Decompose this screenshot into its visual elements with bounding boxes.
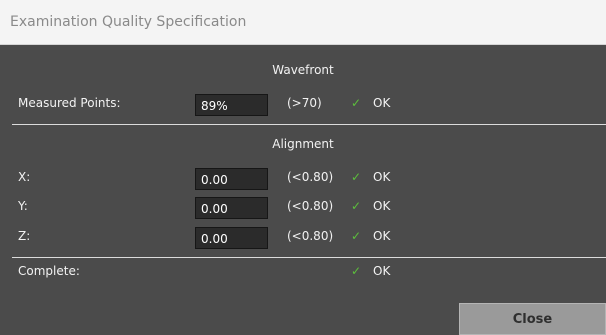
alignment-z-status: OK bbox=[373, 229, 391, 243]
alignment-x-requirement: (<0.80) bbox=[287, 170, 334, 184]
alignment-z-field[interactable]: 0.00 bbox=[195, 227, 268, 249]
alignment-y-status: OK bbox=[373, 199, 391, 213]
alignment-x-field[interactable]: 0.00 bbox=[195, 168, 268, 190]
wavefront-heading: Wavefront bbox=[272, 63, 334, 77]
checkmark-icon: ✓ bbox=[351, 170, 362, 184]
measured-points-field[interactable]: 89% bbox=[195, 94, 268, 116]
measured-points-requirement: (>70) bbox=[287, 96, 322, 110]
complete-label: Complete: bbox=[18, 264, 80, 278]
measured-points-status: OK bbox=[373, 96, 391, 110]
alignment-y-label: Y: bbox=[18, 199, 28, 213]
checkmark-icon: ✓ bbox=[351, 96, 362, 110]
alignment-y-requirement: (<0.80) bbox=[287, 199, 334, 213]
title-bar: Examination Quality Specification bbox=[0, 0, 606, 45]
alignment-heading: Alignment bbox=[272, 137, 334, 151]
alignment-y-field[interactable]: 0.00 bbox=[195, 197, 268, 219]
alignment-x-status: OK bbox=[373, 170, 391, 184]
checkmark-icon: ✓ bbox=[351, 264, 362, 278]
alignment-x-label: X: bbox=[18, 170, 31, 184]
alignment-z-requirement: (<0.80) bbox=[287, 229, 334, 243]
checkmark-icon: ✓ bbox=[351, 199, 362, 213]
checkmark-icon: ✓ bbox=[351, 229, 362, 243]
complete-status: OK bbox=[373, 264, 391, 278]
alignment-z-label: Z: bbox=[18, 229, 31, 243]
measured-points-label: Measured Points: bbox=[18, 96, 121, 110]
separator bbox=[12, 257, 606, 258]
separator bbox=[12, 124, 606, 125]
window-title: Examination Quality Specification bbox=[10, 14, 247, 30]
close-button[interactable]: Close bbox=[459, 303, 606, 335]
